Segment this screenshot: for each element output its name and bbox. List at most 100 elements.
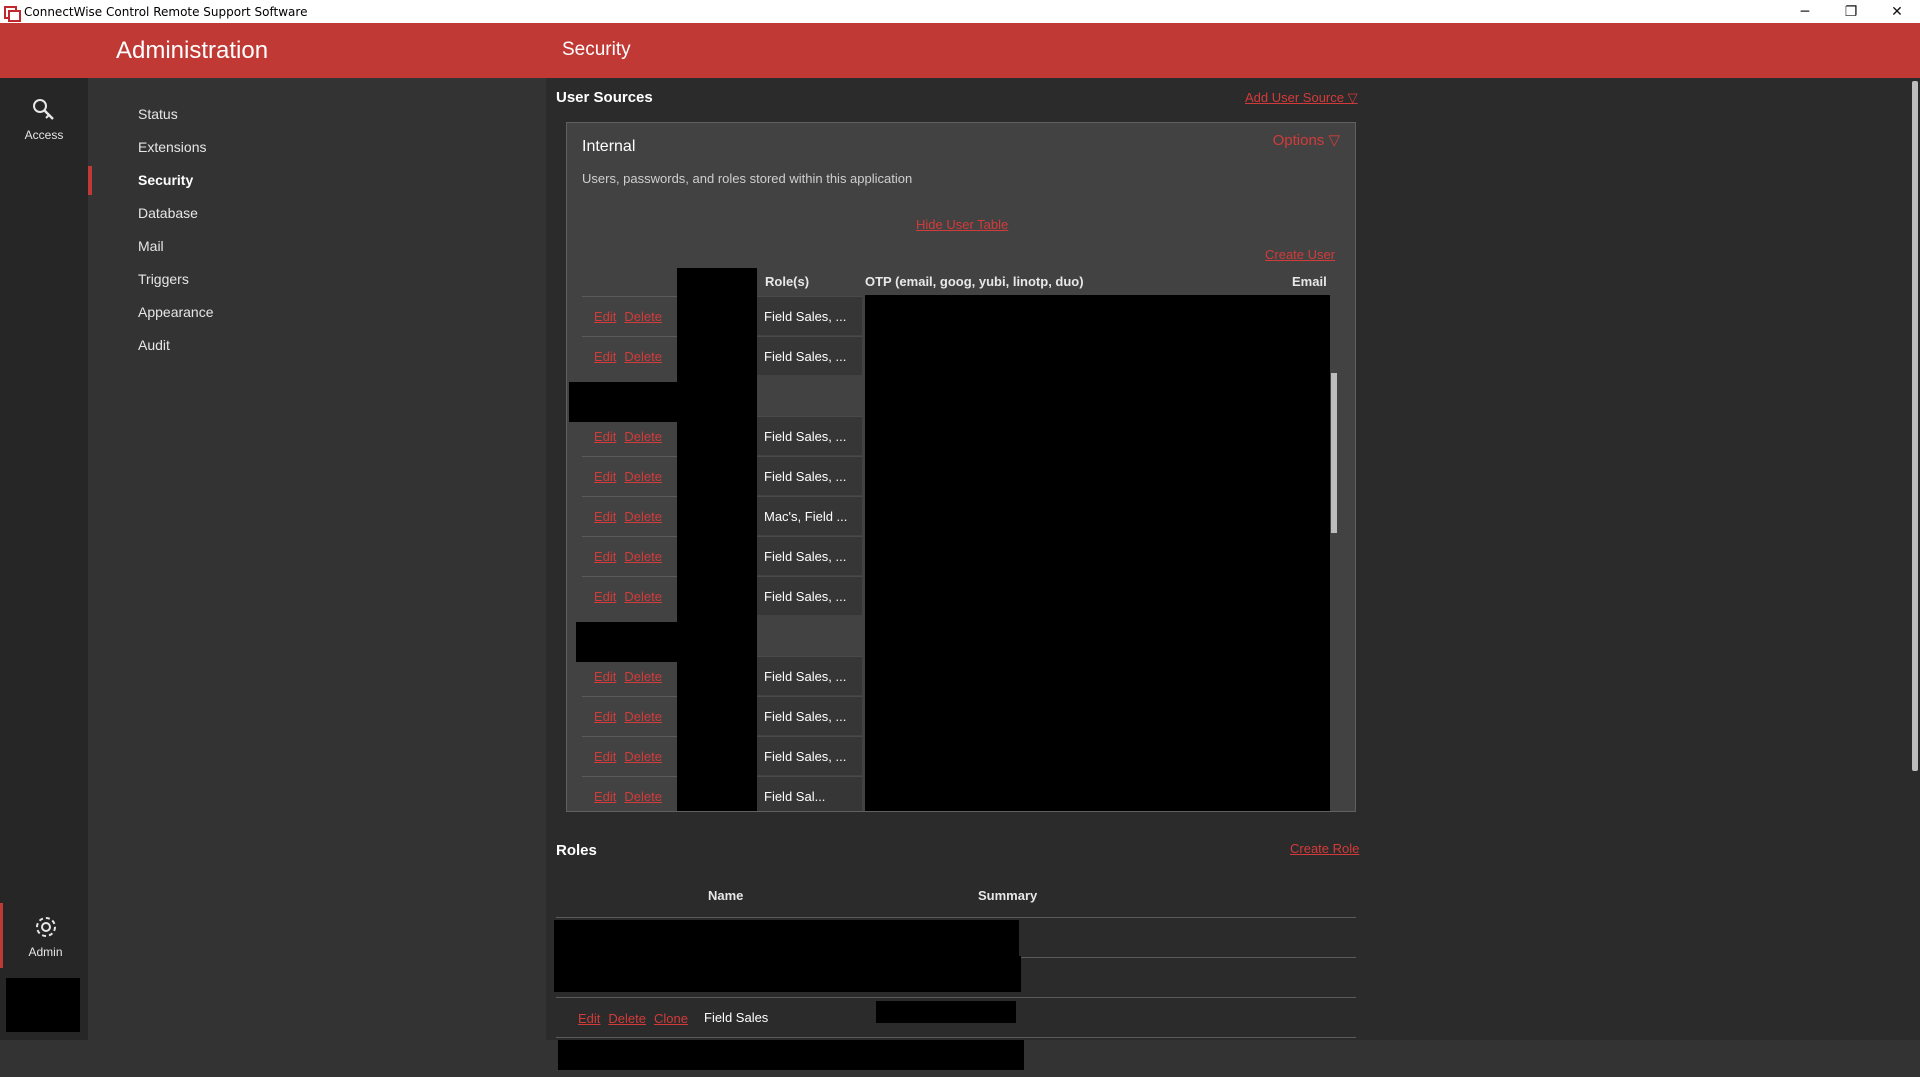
delete-user-link[interactable]: Delete <box>624 669 662 684</box>
delete-user-link[interactable]: Delete <box>624 429 662 444</box>
column-header-otp: OTP (email, goog, yubi, linotp, duo) <box>865 274 1084 289</box>
user-role-cell: Field Sales, ... <box>752 336 862 375</box>
delete-user-link[interactable]: Delete <box>624 589 662 604</box>
rail-item-admin[interactable]: Admin <box>0 903 88 968</box>
user-sources-title: User Sources <box>556 89 653 106</box>
user-role-cell: Field Sales, ... <box>752 296 862 335</box>
close-button[interactable]: ✕ <box>1874 0 1920 23</box>
user-role-cell: Field Sales, ... <box>752 576 862 615</box>
user-row-actions: Edit Delete <box>582 576 677 615</box>
redacted-role-row <box>554 956 1021 992</box>
edit-user-link[interactable]: Edit <box>594 469 616 484</box>
column-header-email: Email <box>1292 274 1327 289</box>
page-title: Security <box>546 23 1920 78</box>
internal-source-description: Users, passwords, and roles stored withi… <box>582 171 913 186</box>
icon-rail: Access Admin <box>0 23 88 1040</box>
minimize-button[interactable]: ─ <box>1782 0 1828 23</box>
user-row-actions: Edit Delete <box>582 456 677 495</box>
main-scrollbar[interactable] <box>1912 81 1918 771</box>
clone-role-link[interactable]: Clone <box>654 1011 688 1026</box>
redacted-row <box>569 382 689 422</box>
user-role-cell: Mac's, Field ... <box>752 496 862 535</box>
edit-user-link[interactable]: Edit <box>594 309 616 324</box>
main-panel: Security User Sources Add User Source ▽ … <box>546 23 1920 1070</box>
user-row-actions: Edit Delete <box>582 696 677 735</box>
edit-user-link[interactable]: Edit <box>594 429 616 444</box>
user-row-actions: Edit Delete <box>582 296 677 335</box>
nav-item-appearance[interactable]: Appearance <box>88 296 546 329</box>
delete-user-link[interactable]: Delete <box>624 549 662 564</box>
role-name: Field Sales <box>704 1010 769 1025</box>
delete-user-link[interactable]: Delete <box>624 349 662 364</box>
delete-user-link[interactable]: Delete <box>624 469 662 484</box>
redacted-otp-email-columns <box>865 295 1330 811</box>
admin-nav: Administration Status Extensions Securit… <box>88 23 546 1040</box>
create-user-link[interactable]: Create User <box>1265 247 1335 262</box>
app-logo-icon <box>3 4 21 22</box>
user-table: Role(s) OTP (email, goog, yubi, linotp, … <box>582 268 1342 811</box>
window-title-bar: ConnectWise Control Remote Support Softw… <box>0 0 1920 23</box>
redacted-role-row <box>554 920 1019 956</box>
user-row-actions: Edit Delete <box>582 496 677 535</box>
redacted-role-row <box>558 1040 1024 1070</box>
user-role-cell: Field Sal... <box>752 776 862 811</box>
delete-user-link[interactable]: Delete <box>624 709 662 724</box>
user-row-actions: Edit Delete <box>582 336 677 375</box>
nav-item-mail[interactable]: Mail <box>88 230 546 263</box>
delete-user-link[interactable]: Delete <box>624 309 662 324</box>
restore-button[interactable]: ❐ <box>1828 0 1874 23</box>
user-role-cell: Field Sales, ... <box>752 536 862 575</box>
internal-source-title: Internal <box>582 138 636 155</box>
rail-item-access[interactable]: Access <box>0 95 88 155</box>
edit-user-link[interactable]: Edit <box>594 749 616 764</box>
delete-user-link[interactable]: Delete <box>624 749 662 764</box>
role-row-actions: Edit Delete Clone <box>578 998 688 1038</box>
edit-user-link[interactable]: Edit <box>594 589 616 604</box>
rail-item-access-label: Access <box>24 128 64 142</box>
window-title: ConnectWise Control Remote Support Softw… <box>24 4 308 19</box>
options-dropdown-link[interactable]: Options ▽ <box>1273 131 1340 149</box>
add-user-source-link[interactable]: Add User Source ▽ <box>1245 90 1358 106</box>
nav-item-status[interactable]: Status <box>88 98 546 131</box>
rail-item-admin-label: Admin <box>28 945 63 959</box>
nav-item-security[interactable]: Security <box>88 164 546 197</box>
nav-item-audit[interactable]: Audit <box>88 329 546 362</box>
redacted-summary <box>876 1001 1016 1023</box>
admin-nav-list: Status Extensions Security Database Mail… <box>88 98 546 362</box>
key-search-icon <box>33 99 54 120</box>
nav-item-database[interactable]: Database <box>88 197 546 230</box>
column-header-roles: Role(s) <box>765 274 810 289</box>
edit-user-link[interactable]: Edit <box>594 549 616 564</box>
user-role-cell: Field Sales, ... <box>752 656 862 695</box>
column-header-summary: Summary <box>978 888 1038 903</box>
edit-user-link[interactable]: Edit <box>594 669 616 684</box>
internal-source-panel: Internal Options ▽ Users, passwords, and… <box>566 122 1356 812</box>
edit-user-link[interactable]: Edit <box>594 349 616 364</box>
delete-user-link[interactable]: Delete <box>624 509 662 524</box>
user-row-actions: Edit Delete <box>582 736 677 775</box>
redacted-username-column <box>677 268 757 811</box>
user-role-cell: Field Sales, ... <box>752 696 862 735</box>
create-role-link[interactable]: Create Role <box>1290 841 1359 856</box>
edit-role-link[interactable]: Edit <box>578 1011 600 1026</box>
hide-user-table-link[interactable]: Hide User Table <box>916 217 1008 232</box>
gear-icon <box>35 917 56 937</box>
user-row-actions: Edit Delete <box>582 536 677 575</box>
edit-user-link[interactable]: Edit <box>594 789 616 804</box>
column-header-name: Name <box>708 888 744 903</box>
redacted-row <box>576 622 691 662</box>
delete-user-link[interactable]: Delete <box>624 789 662 804</box>
edit-user-link[interactable]: Edit <box>594 709 616 724</box>
roles-title: Roles <box>556 842 597 859</box>
nav-item-triggers[interactable]: Triggers <box>88 263 546 296</box>
delete-role-link[interactable]: Delete <box>608 1011 646 1026</box>
avatar[interactable] <box>6 978 80 1032</box>
nav-item-extensions[interactable]: Extensions <box>88 131 546 164</box>
user-table-scrollbar[interactable] <box>1331 373 1337 533</box>
user-role-cell: Field Sales, ... <box>752 456 862 495</box>
admin-nav-title: Administration <box>116 37 269 64</box>
rail-header <box>0 23 88 78</box>
user-role-cell: Field Sales, ... <box>752 416 862 455</box>
user-row-actions: Edit Delete <box>582 776 677 811</box>
edit-user-link[interactable]: Edit <box>594 509 616 524</box>
